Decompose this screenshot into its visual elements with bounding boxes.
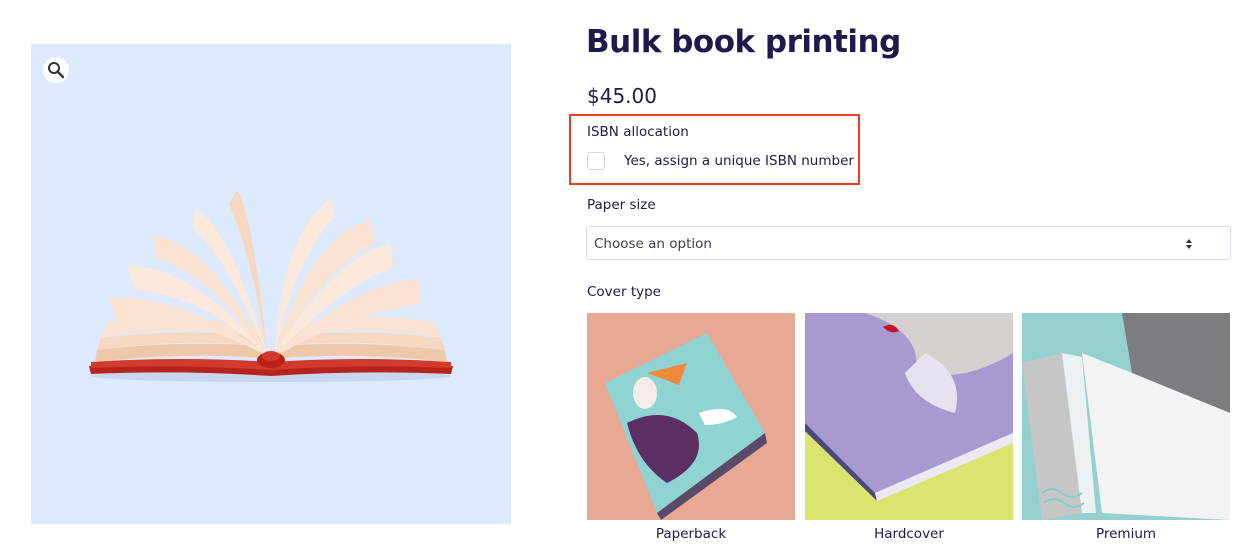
isbn-label: ISBN allocation — [587, 124, 689, 140]
paper-size-select[interactable]: Choose an option — [586, 226, 1231, 260]
open-book-illustration — [89, 190, 453, 382]
product-image[interactable] — [31, 44, 511, 524]
premium-thumbnail — [1022, 313, 1230, 520]
product-title: Bulk book printing — [586, 24, 901, 60]
select-arrows-icon — [1186, 239, 1192, 249]
magnifier-icon — [48, 62, 65, 79]
cover-name-premium[interactable]: Premium — [1022, 526, 1230, 542]
cover-option-paperback[interactable] — [587, 313, 795, 520]
paper-size-selected-value: Choose an option — [594, 236, 712, 252]
hardcover-thumbnail — [805, 313, 1013, 520]
isbn-checkbox-label[interactable]: Yes, assign a unique ISBN number — [624, 153, 854, 169]
cover-type-label: Cover type — [587, 284, 661, 300]
product-price: $45.00 — [587, 84, 657, 108]
cover-option-premium[interactable] — [1022, 313, 1230, 520]
isbn-checkbox[interactable] — [587, 152, 605, 170]
cover-option-hardcover[interactable] — [805, 313, 1013, 520]
paper-size-label: Paper size — [587, 197, 656, 213]
zoom-button[interactable] — [43, 57, 69, 83]
cover-name-hardcover[interactable]: Hardcover — [805, 526, 1013, 542]
paperback-thumbnail — [587, 313, 795, 520]
cover-name-paperback[interactable]: Paperback — [587, 526, 795, 542]
